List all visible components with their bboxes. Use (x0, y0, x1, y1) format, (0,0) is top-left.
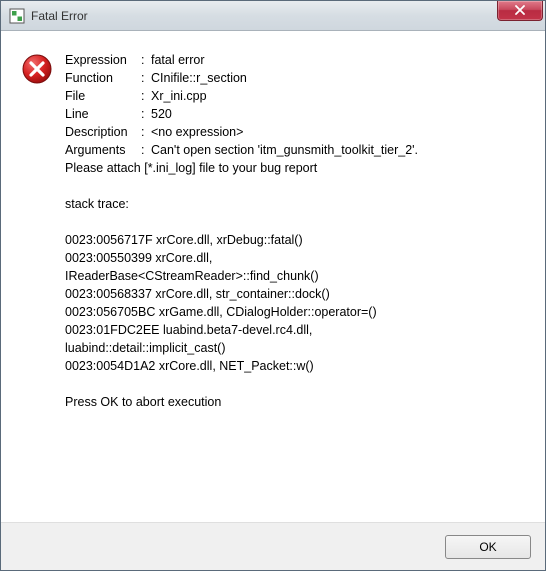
message-text: Expression : fatal error Function : CIni… (65, 51, 525, 512)
value-description: <no expression> (151, 123, 525, 141)
ok-button[interactable]: OK (445, 535, 531, 559)
row-expression: Expression : fatal error (65, 51, 525, 69)
value-file: Xr_ini.cpp (151, 87, 525, 105)
label-expression: Expression (65, 51, 141, 69)
stack-line: IReaderBase<CStreamReader>::find_chunk() (65, 267, 525, 285)
stack-line: 0023:01FDC2EE luabind.beta7-devel.rc4.dl… (65, 321, 525, 339)
window-title: Fatal Error (31, 9, 88, 23)
row-line: Line : 520 (65, 105, 525, 123)
label-file: File (65, 87, 141, 105)
value-expression: fatal error (151, 51, 525, 69)
stack-line: 0023:00568337 xrCore.dll, str_container:… (65, 285, 525, 303)
stack-line: 0023:0054D1A2 xrCore.dll, NET_Packet::w(… (65, 357, 525, 375)
row-file: File : Xr_ini.cpp (65, 87, 525, 105)
value-function: CInifile::r_section (151, 69, 525, 87)
press-ok-line: Press OK to abort execution (65, 393, 525, 411)
stack-line: luabind::detail::implicit_cast() (65, 339, 525, 357)
icon-column (21, 51, 65, 512)
dialog-window: Fatal Error (0, 0, 546, 571)
row-function: Function : CInifile::r_section (65, 69, 525, 87)
label-description: Description (65, 123, 141, 141)
stack-line: 0023:0056717F xrCore.dll, xrDebug::fatal… (65, 231, 525, 249)
error-icon (21, 72, 53, 89)
row-arguments: Arguments : Can't open section 'itm_guns… (65, 141, 525, 159)
value-arguments: Can't open section 'itm_gunsmith_toolkit… (151, 141, 525, 159)
close-button[interactable] (497, 1, 543, 21)
close-icon (514, 5, 526, 17)
attach-line: Please attach [*.ini_log] file to your b… (65, 159, 525, 177)
stack-line: 0023:00550399 xrCore.dll, (65, 249, 525, 267)
label-line: Line (65, 105, 141, 123)
label-function: Function (65, 69, 141, 87)
value-line: 520 (151, 105, 525, 123)
stack-header: stack trace: (65, 195, 525, 213)
stack-line: 0023:056705BC xrGame.dll, CDialogHolder:… (65, 303, 525, 321)
app-icon (9, 8, 25, 24)
titlebar: Fatal Error (1, 1, 545, 31)
label-arguments: Arguments (65, 141, 141, 159)
dialog-content: Expression : fatal error Function : CIni… (1, 31, 545, 522)
row-description: Description : <no expression> (65, 123, 525, 141)
button-bar: OK (1, 522, 545, 570)
